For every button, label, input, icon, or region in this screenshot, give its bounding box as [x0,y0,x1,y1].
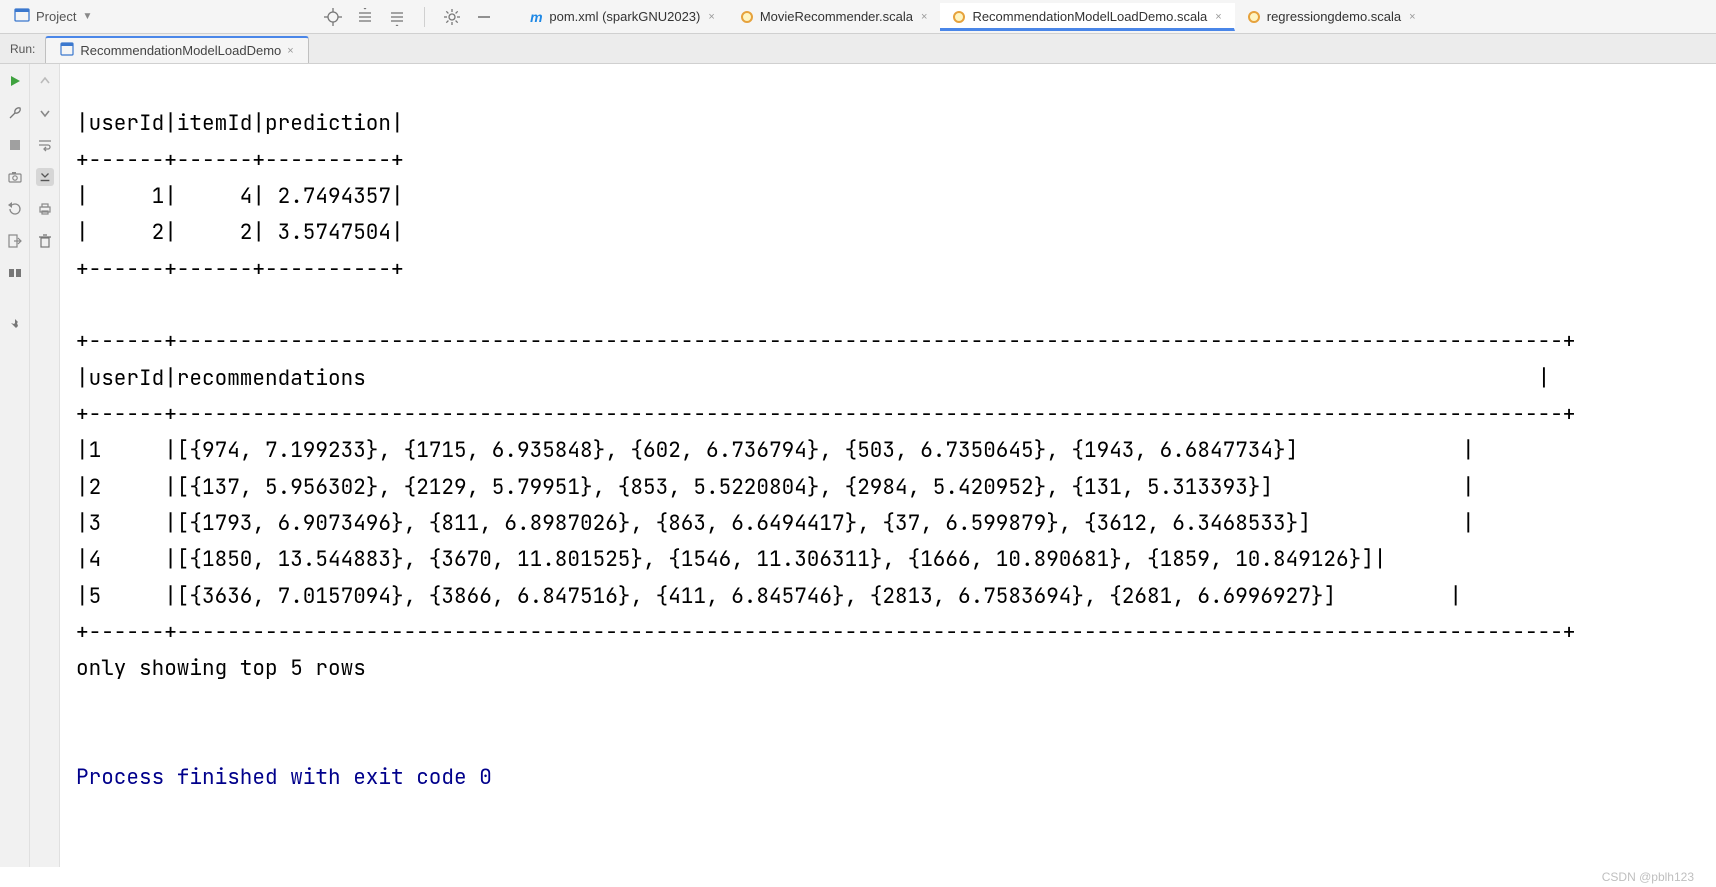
scroll-to-end-icon[interactable] [36,168,54,186]
console-output[interactable]: |userId|itemId|prediction| +------+-----… [60,64,1716,867]
scala-object-icon [740,10,754,24]
close-icon[interactable]: × [1409,11,1415,23]
gear-icon[interactable] [443,8,461,26]
toolbar-icons [324,7,493,27]
exit-icon[interactable] [6,232,24,250]
separator [424,7,425,27]
tab-pom-xml[interactable]: m pom.xml (sparkGNU2023) × [517,3,727,31]
tab-label: regressiongdemo.scala [1267,9,1401,24]
camera-icon[interactable] [6,168,24,186]
run-bar: Run: RecommendationModelLoadDemo × [0,34,1716,64]
close-icon[interactable]: × [708,11,714,23]
tab-label: pom.xml (sparkGNU2023) [549,9,700,24]
scala-object-icon [1247,10,1261,24]
maven-icon: m [529,10,543,24]
console-line: |5 |[{3636, 7.0157094}, {3866, 6.847516}… [76,583,1462,610]
pin-icon[interactable] [6,316,24,334]
console-line: +------+--------------------------------… [76,401,1575,428]
top-toolbar: Project ▼ m pom.xml (sparkGNU2023) × Mov… [0,0,1716,34]
console-gutter [30,64,60,867]
soft-wrap-icon[interactable] [36,136,54,154]
expand-all-icon[interactable] [356,8,374,26]
main-area: |userId|itemId|prediction| +------+-----… [0,64,1716,867]
console-line: +------+------+----------+ [76,147,404,174]
trash-icon[interactable] [36,232,54,250]
close-icon[interactable]: × [1215,11,1221,23]
console-line: |1 |[{974, 7.199233}, {1715, 6.935848}, … [76,437,1475,464]
console-line: |3 |[{1793, 6.9073496}, {811, 6.8987026}… [76,510,1475,537]
wrench-icon[interactable] [6,104,24,122]
watermark: CSDN @pblh123 [1602,870,1694,884]
hide-icon[interactable] [475,8,493,26]
scala-object-icon [952,10,966,24]
console-line: |userId|recommendations | [76,365,1550,392]
run-label: Run: [6,34,45,63]
console-line: +------+------+----------+ [76,256,404,283]
editor-tab-bar: m pom.xml (sparkGNU2023) × MovieRecommen… [517,3,1428,31]
exit-code-line: Process finished with exit code 0 [76,764,492,791]
down-arrow-icon[interactable] [36,104,54,122]
tab-label: RecommendationModelLoadDemo.scala [972,9,1207,24]
close-icon[interactable]: × [921,11,927,23]
console-line: |2 |[{137, 5.956302}, {2129, 5.79951}, {… [76,474,1475,501]
run-tab[interactable]: RecommendationModelLoadDemo × [45,36,308,63]
print-icon[interactable] [36,200,54,218]
project-label: Project [36,9,76,24]
project-dropdown[interactable]: Project ▼ [8,5,98,28]
console-line: only showing top 5 rows [76,655,366,682]
console-line: +------+--------------------------------… [76,328,1575,355]
console-line: | 2| 2| 3.5747504| [76,219,404,246]
tab-recommendation-model-load-demo[interactable]: RecommendationModelLoadDemo.scala × [940,3,1234,31]
rerun-icon[interactable] [6,72,24,90]
console-line: |4 |[{1850, 13.544883}, {3670, 11.801525… [76,546,1386,573]
layout-icon[interactable] [6,264,24,282]
up-arrow-icon[interactable] [36,72,54,90]
console-line: +------+--------------------------------… [76,619,1575,646]
target-icon[interactable] [324,8,342,26]
project-icon [14,7,30,26]
restart-icon[interactable] [6,200,24,218]
chevron-down-icon: ▼ [82,11,92,22]
stop-icon[interactable] [6,136,24,154]
console-line: |userId|itemId|prediction| [76,110,404,137]
close-icon[interactable]: × [287,45,293,57]
collapse-all-icon[interactable] [388,8,406,26]
run-gutter-left [0,64,30,867]
run-tab-label: RecommendationModelLoadDemo [80,43,281,58]
run-config-icon [60,42,74,59]
tab-label: MovieRecommender.scala [760,9,913,24]
footer: CSDN @pblh123 [0,867,1716,887]
tab-movie-recommender[interactable]: MovieRecommender.scala × [728,3,941,31]
console-line: | 1| 4| 2.7494357| [76,183,404,210]
tab-regression-demo[interactable]: regressiongdemo.scala × [1235,3,1429,31]
